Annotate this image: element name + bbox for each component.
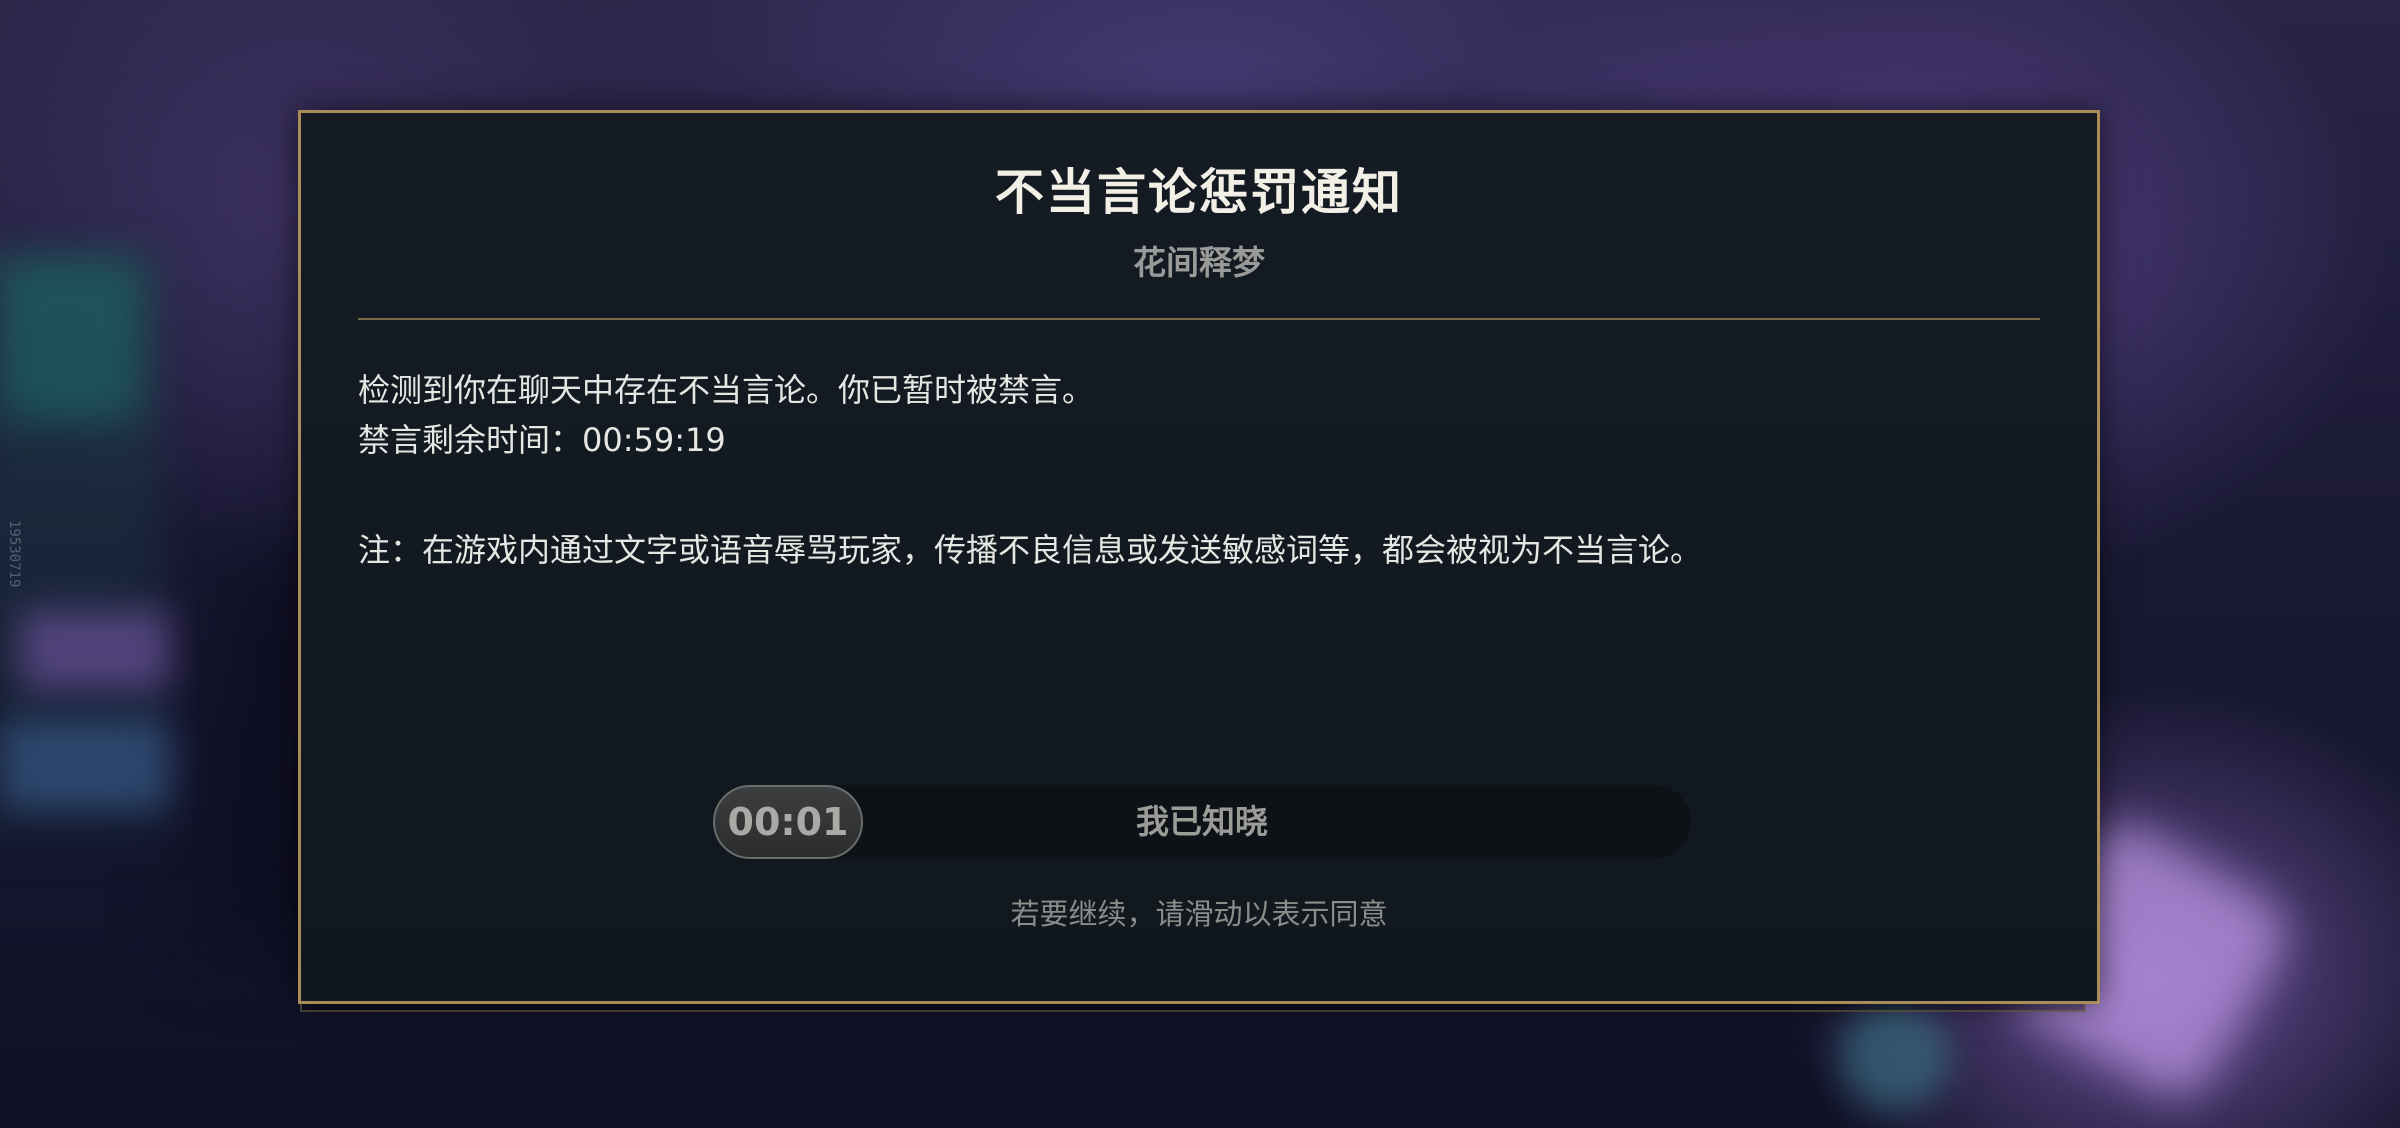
penalty-message: 检测到你在聊天中存在不当言论。你已暂时被禁言。 (358, 371, 1095, 409)
penalty-note: 注：在游戏内通过文字或语音辱骂玩家，传播不良信息或发送敏感词等，都会被视为不当言… (358, 531, 1703, 569)
slide-hint: 若要继续，请滑动以表示同意 (1010, 897, 1388, 931)
mute-remaining-time: 禁言剩余时间：00:59:19 (358, 421, 726, 459)
penalty-notice-dialog: 不当言论惩罚通知 花间释梦 检测到你在聊天中存在不当言论。你已暂时被禁言。 禁言… (298, 110, 2100, 1004)
dialog-title: 不当言论惩罚通知 (994, 164, 1403, 221)
background-tile (0, 260, 140, 420)
background-tile (20, 610, 170, 690)
background-orb (1840, 1000, 1950, 1110)
side-id-text: 19530719 (6, 520, 22, 588)
background-tile (0, 720, 170, 810)
acknowledge-slider[interactable]: 我已知晓 00:01 (713, 785, 1691, 859)
game-background: 19530719 不当言论惩罚通知 花间释梦 检测到你在聊天中存在不当言论。你已… (0, 0, 2400, 1128)
slider-handle[interactable]: 00:01 (713, 785, 863, 859)
player-name: 花间释梦 (1133, 243, 1265, 282)
divider (358, 318, 2040, 320)
